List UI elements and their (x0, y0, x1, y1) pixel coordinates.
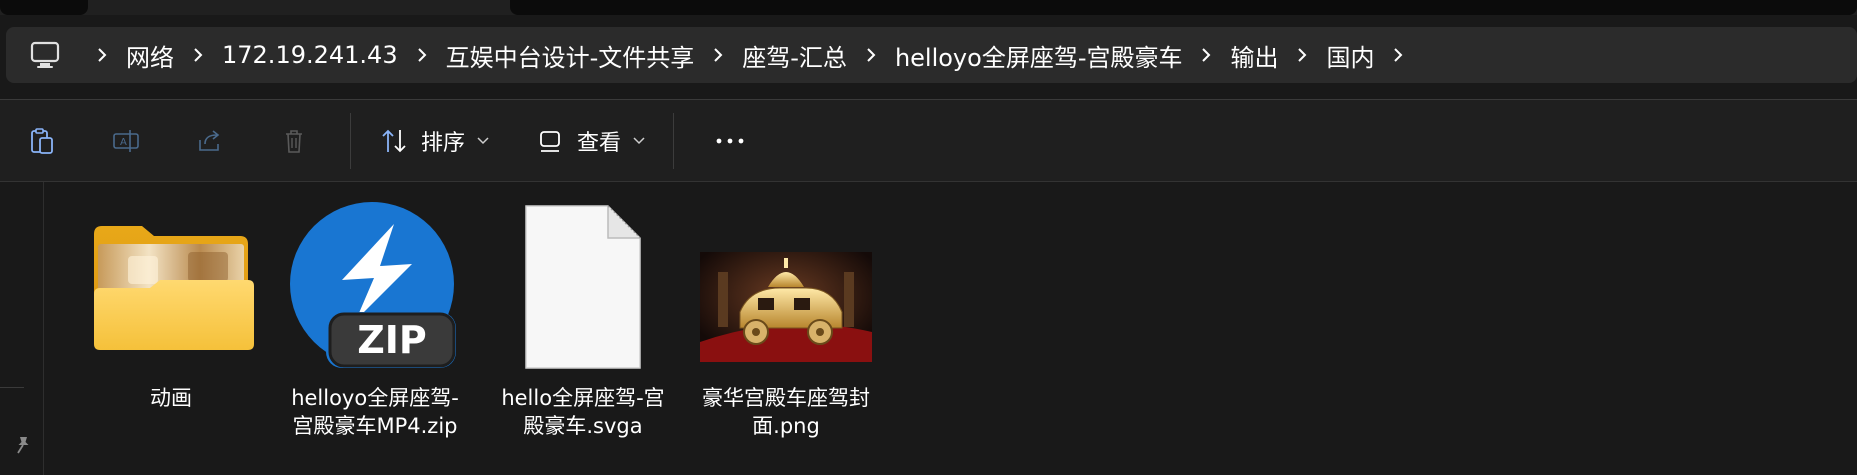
breadcrumb-item-host[interactable]: 172.19.241.43 (222, 27, 398, 83)
toolbar-separator (350, 113, 351, 169)
this-pc-icon[interactable] (28, 38, 62, 72)
more-options-button[interactable] (688, 111, 772, 171)
chevron-right-icon[interactable] (398, 27, 446, 83)
chevron-right-icon[interactable] (78, 27, 126, 83)
image-thumbnail (686, 204, 886, 370)
delete-button[interactable] (252, 111, 336, 171)
breadcrumb-item-summary[interactable]: 座驾-汇总 (742, 27, 847, 83)
pin-icon[interactable] (12, 434, 34, 456)
breadcrumb-item-share[interactable]: 互娱中台设计-文件共享 (446, 27, 695, 83)
share-icon (199, 130, 220, 151)
file-name: hello全屏座驾-宫 殿豪车.svga (501, 386, 665, 438)
chevron-right-icon[interactable] (1374, 27, 1422, 83)
list-item-folder[interactable]: 动画 (71, 204, 271, 464)
view-icon (540, 131, 560, 152)
command-bar: A 排序 查看 (0, 100, 1857, 182)
chevron-down-icon (477, 137, 489, 145)
chevron-down-icon (633, 137, 645, 145)
tab-remnant (510, 0, 1857, 15)
more-dots-icon (716, 138, 744, 144)
chevron-right-icon[interactable] (694, 27, 742, 83)
zip-archive-icon: ZIP (275, 202, 475, 370)
paste-button[interactable] (0, 111, 84, 171)
zip-badge-label: ZIP (357, 318, 427, 362)
breadcrumb-item-output[interactable]: 输出 (1230, 27, 1278, 83)
divider (0, 387, 24, 388)
svg-text:A: A (120, 137, 127, 148)
file-name: 动画 (150, 386, 192, 410)
paste-icon (31, 128, 53, 154)
chevron-right-icon[interactable] (1182, 27, 1230, 83)
list-item-svga[interactable]: hello全屏座驾-宫 殿豪车.svga (483, 204, 683, 464)
chevron-right-icon[interactable] (1278, 27, 1326, 83)
sort-button[interactable]: 排序 (365, 111, 503, 171)
file-list: 动画 ZIP helloyo全屏座驾- 宫殿豪车MP4.zip hello全屏座… (0, 182, 1857, 475)
breadcrumb-item-domestic[interactable]: 国内 (1326, 27, 1374, 83)
file-name: helloyo全屏座驾- 宫殿豪车MP4.zip (291, 386, 459, 438)
toolbar-separator (673, 113, 675, 169)
title-bar-strip (0, 0, 1857, 15)
share-button[interactable] (168, 111, 252, 171)
delete-icon (286, 130, 302, 153)
file-name: 豪华宫殿车座驾封 面.png (702, 386, 870, 438)
chevron-right-icon[interactable] (174, 27, 222, 83)
blank-file-icon (483, 204, 683, 370)
view-label: 查看 (577, 131, 622, 156)
breadcrumb-item-network[interactable]: 网络 (126, 27, 174, 83)
list-item-zip[interactable]: ZIP helloyo全屏座驾- 宫殿豪车MP4.zip (275, 202, 475, 464)
navigation-pane-edge[interactable] (43, 182, 44, 475)
rename-icon: A (113, 130, 139, 152)
rename-button[interactable]: A (84, 111, 168, 171)
breadcrumb-item-project[interactable]: helloyo全屏座驾-宫殿豪车 (895, 27, 1183, 83)
sort-icon (382, 129, 406, 153)
list-item-png[interactable]: 豪华宫殿车座驾封 面.png (686, 204, 886, 464)
breadcrumb[interactable]: 网络 172.19.241.43 互娱中台设计-文件共享 座驾-汇总 hello… (6, 27, 1857, 83)
chevron-right-icon[interactable] (847, 27, 895, 83)
folder-icon (71, 204, 271, 370)
sort-label: 排序 (421, 131, 466, 156)
tab-remnant (0, 0, 88, 15)
view-button[interactable]: 查看 (521, 111, 659, 171)
